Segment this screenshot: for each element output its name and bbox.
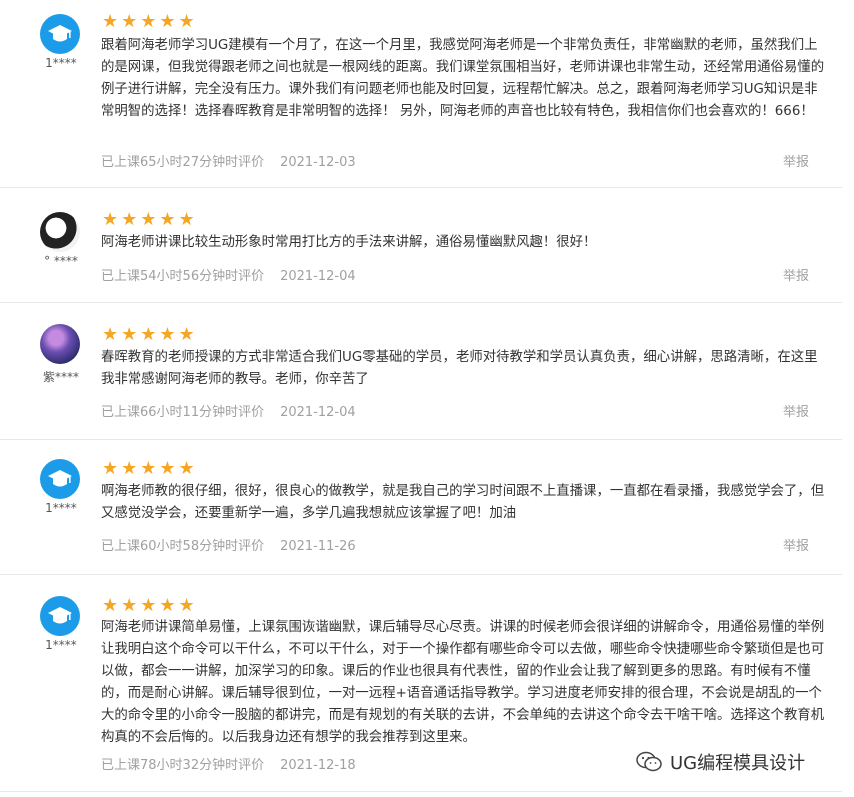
user-name: ° **** [44,254,78,268]
report-link[interactable]: 举报 [783,151,809,170]
star-rating: ★★★★★ [102,209,198,230]
study-duration: 已上课65小时27分钟时评价 [101,155,265,170]
graduation-cap-icon [48,25,72,42]
review-item: 1**** ★★★★★ 跟着阿海老师学习UG建模有一个月了，在这一个月里，我感觉… [0,0,842,188]
review-text: 跟着阿海老师学习UG建模有一个月了，在这一个月里，我感觉阿海老师是一个非常负责任… [101,38,825,119]
user-avatar[interactable] [40,324,80,364]
user-avatar[interactable] [40,212,80,252]
star-rating: ★★★★★ [102,595,198,616]
review-date: 2021-12-04 [280,269,356,284]
star-rating: ★★★★★ [102,11,198,32]
review-date: 2021-12-03 [280,155,356,170]
study-duration: 已上课78小时32分钟时评价 [101,758,265,773]
review-meta: 已上课60小时58分钟时评价 2021-11-26 [101,535,356,554]
study-duration: 已上课54小时56分钟时评价 [101,269,265,284]
review-text: 啊海老师教的很仔细，很好，很良心的做教学，就是我自己的学习时间跟不上直播课，一直… [101,484,825,521]
user-avatar[interactable] [40,459,80,499]
user-name: 1**** [45,501,77,515]
user-avatar[interactable] [40,596,80,636]
watermark-text: UG编程模具设计 [670,753,806,774]
review-item: 1**** ★★★★★ 啊海老师教的很仔细，很好，很良心的做教学，就是我自己的学… [0,439,842,575]
review-meta: 已上课66小时11分钟时评价 2021-12-04 [101,401,356,420]
report-link[interactable]: 举报 [783,535,809,554]
review-text: 阿海老师讲课简单易懂，上课氛围诙谐幽默，课后辅导尽心尽责。讲课的时候老师会很详细… [101,620,825,745]
watermark: UG编程模具设计 [636,748,805,776]
user-name: 1**** [45,638,77,652]
study-duration: 已上课66小时11分钟时评价 [101,405,265,420]
review-text: 阿海老师讲课比较生动形象时常用打比方的手法来讲解，通俗易懂幽默风趣！很好！ [101,235,597,250]
review-item: 紫**** ★★★★★ 春晖教育的老师授课的方式非常适合我们UG零基础的学员，老… [0,302,842,440]
review-meta: 已上课54小时56分钟时评价 2021-12-04 [101,265,356,284]
review-item: ° **** ★★★★★ 阿海老师讲课比较生动形象时常用打比方的手法来讲解，通俗… [0,187,842,303]
user-name: 紫**** [42,370,79,384]
star-rating: ★★★★★ [102,324,198,345]
review-text: 春晖教育的老师授课的方式非常适合我们UG零基础的学员，老师对待教学和学员认真负责… [101,350,818,387]
study-duration: 已上课60小时58分钟时评价 [101,539,265,554]
wechat-icon [636,751,662,772]
review-meta: 已上课65小时27分钟时评价 2021-12-03 [101,151,356,170]
graduation-cap-icon [48,607,72,624]
review-date: 2021-12-04 [280,405,356,420]
star-rating: ★★★★★ [102,458,198,479]
report-link[interactable]: 举报 [783,265,809,284]
user-name: 1**** [45,56,77,70]
user-avatar[interactable] [40,14,80,54]
review-date: 2021-11-26 [280,539,356,554]
graduation-cap-icon [48,470,72,487]
review-date: 2021-12-18 [280,758,356,773]
review-meta: 已上课78小时32分钟时评价 2021-12-18 [101,754,356,773]
report-link[interactable]: 举报 [783,401,809,420]
